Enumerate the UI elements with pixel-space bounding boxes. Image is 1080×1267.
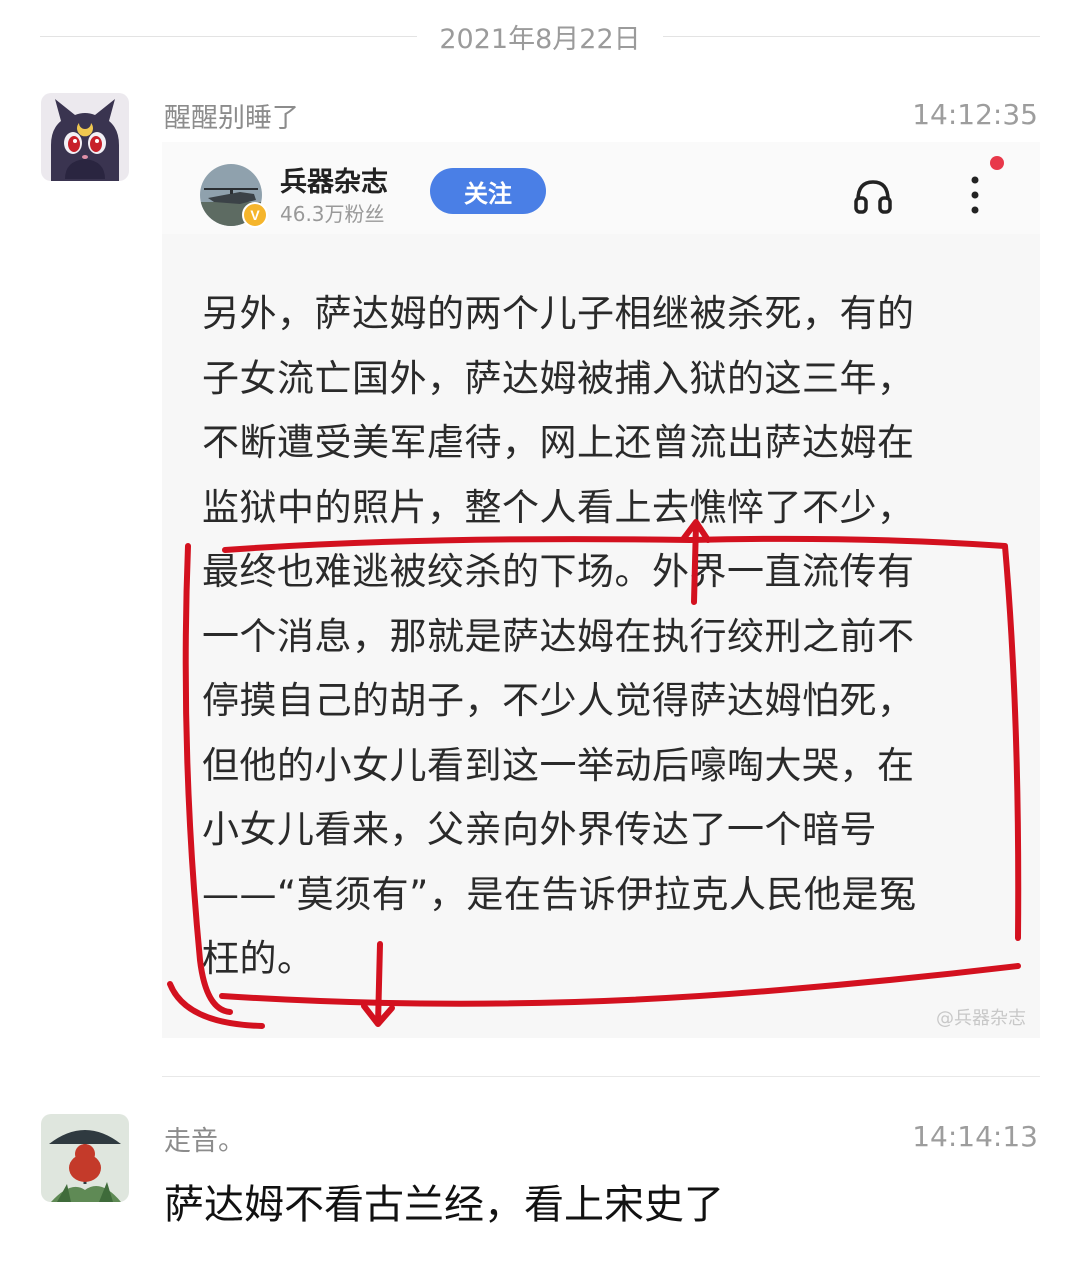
message-time: 14:12:35 (912, 98, 1038, 131)
article-line: 小女儿看来，父亲向外界传达了一个暗号 (202, 808, 877, 851)
divider-line-right (662, 35, 1040, 37)
article-line: 监狱中的照片，整个人看上去憔悴了不少， (202, 485, 915, 529)
message-separator (162, 1076, 1040, 1077)
article-line: 不断遭受美军虐待，网上还曾流出萨达姆在 (202, 421, 915, 464)
article-line: 一个消息，那就是萨达姆在执行绞刑之前不 (202, 614, 915, 658)
article-line: 但他的小女儿看到这一举动后嚎啕大哭，在 (202, 743, 915, 787)
sender-name: 走音。 (164, 1126, 245, 1157)
weibo-watermark: @兵器杂志 (936, 1008, 1026, 1029)
black-cat-crescent-moon-avatar-icon (41, 93, 129, 181)
avatar[interactable] (41, 1114, 129, 1202)
follow-button[interactable]: 关注 (430, 168, 546, 214)
more-vertical-icon[interactable] (960, 170, 990, 220)
article-line: ——“莫须有”，是在告诉伊拉克人民他是冤 (202, 872, 917, 916)
article-line: 子女流亡国外，萨达姆被捕入狱的这三年， (202, 356, 915, 400)
article-line: 最终也难逃被绞杀的下场。外界一直流传有 (202, 550, 915, 593)
image-message[interactable]: V 兵器杂志 46.3万粉丝 关注 另外，萨达姆的两个儿子相继被杀死，有的 子女… (162, 142, 1040, 1038)
article-body: 另外，萨达姆的两个儿子相继被杀死，有的 子女流亡国外，萨达姆被捕入狱的这三年， … (162, 234, 1040, 1038)
message-text[interactable]: 萨达姆不看古兰经，看上宋史了 (164, 1172, 724, 1230)
message-time: 14:14:13 (912, 1120, 1038, 1153)
article-line: 另外，萨达姆的两个儿子相继被杀死，有的 (202, 292, 915, 335)
notification-dot (990, 156, 1004, 170)
article-text: 另外，萨达姆的两个儿子相继被杀死，有的 子女流亡国外，萨达姆被捕入狱的这三年， … (202, 282, 1002, 992)
date-label: 2021年8月22日 (439, 23, 641, 55)
account-fans: 46.3万粉丝 (280, 202, 385, 226)
avatar[interactable] (41, 93, 129, 181)
date-divider: 2021年8月22日 (40, 16, 1040, 56)
account-name: 兵器杂志 (280, 167, 388, 198)
weibo-post-header: V 兵器杂志 46.3万粉丝 关注 (162, 142, 1040, 234)
article-line: 停摸自己的胡子，不少人觉得萨达姆怕死， (202, 679, 915, 722)
headphone-icon[interactable] (850, 172, 896, 218)
verified-badge: V (242, 202, 268, 228)
red-figure-umbrella-avatar-icon (41, 1114, 129, 1202)
divider-line-left (40, 35, 418, 37)
sender-name: 醒醒别睡了 (164, 103, 299, 134)
article-line: 枉的。 (202, 937, 315, 980)
